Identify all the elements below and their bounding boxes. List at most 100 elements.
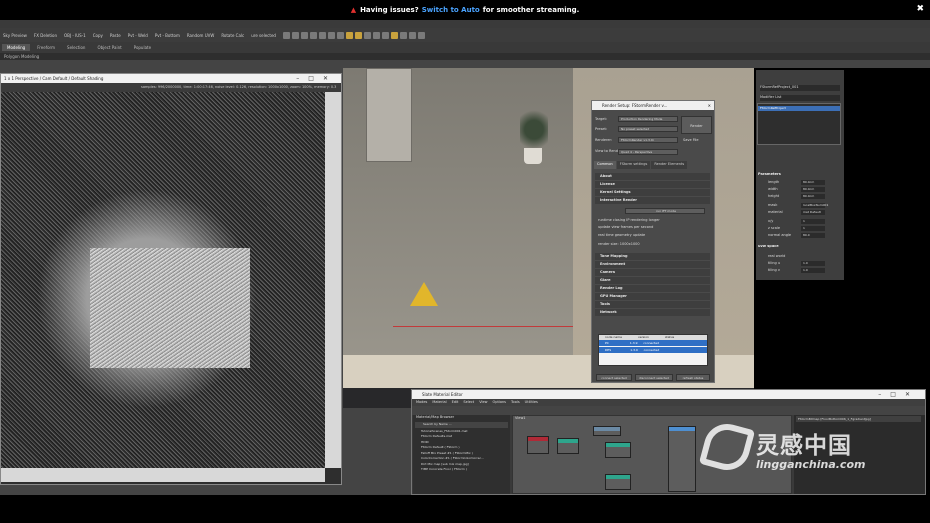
- toolbar-item[interactable]: Sky Preview: [3, 33, 27, 38]
- toolbar-item[interactable]: Paste: [110, 33, 121, 38]
- rotate-icon[interactable]: [327, 31, 335, 39]
- menu-modes[interactable]: Modes: [416, 399, 427, 406]
- material-node[interactable]: [668, 426, 696, 492]
- menu-material[interactable]: Material: [432, 399, 446, 406]
- tab-common[interactable]: Common: [594, 161, 616, 169]
- object-name-field[interactable]: FStormRefProject_001: [760, 85, 840, 91]
- preset-select[interactable]: No preset selected: [618, 126, 678, 132]
- menu-edit[interactable]: Edit: [452, 399, 459, 406]
- param-value[interactable]: mat Default: [801, 210, 825, 215]
- tab-modeling[interactable]: Modeling: [2, 44, 31, 51]
- switch-to-auto-link[interactable]: Switch to Auto: [422, 6, 480, 14]
- material-node[interactable]: [557, 438, 579, 454]
- snap-icon[interactable]: [345, 31, 353, 39]
- material-editor-icon[interactable]: [390, 31, 398, 39]
- render-frame-icon[interactable]: [408, 31, 416, 39]
- undo-icon[interactable]: [282, 31, 290, 39]
- uvw-rollout[interactable]: uvw space: [758, 244, 779, 248]
- param-value[interactable]: 1: [801, 219, 825, 224]
- menu-view[interactable]: View: [479, 399, 487, 406]
- network-row[interactable]: PC 1.3.9 connected: [599, 340, 707, 346]
- param-value[interactable]: 1.0: [801, 268, 825, 273]
- material-node[interactable]: [593, 426, 621, 436]
- toolbar-item[interactable]: Random UVW: [187, 33, 214, 38]
- network-row[interactable]: DES 1.3.9 connected: [599, 347, 707, 353]
- material-node[interactable]: [605, 442, 631, 458]
- tab-populate[interactable]: Populate: [129, 44, 156, 51]
- mirror-icon[interactable]: [363, 31, 371, 39]
- close-icon[interactable]: ✕: [708, 101, 711, 110]
- stack-item[interactable]: FStormRefProject: [758, 106, 840, 111]
- browser-item[interactable]: TIMP Concrete Floor ( FStorm ): [413, 467, 510, 473]
- toolbar-item[interactable]: OBJ - IUS-1: [64, 33, 86, 38]
- section-tone-mapping[interactable]: Tone Mapping: [595, 253, 710, 260]
- param-value[interactable]: localBoxNum001: [801, 203, 828, 208]
- parameters-rollout[interactable]: Parameters: [758, 172, 781, 176]
- close-icon[interactable]: ✖: [916, 4, 924, 14]
- toolbar-item[interactable]: Copy: [93, 33, 103, 38]
- refresh-status-button[interactable]: refresh status: [676, 374, 710, 381]
- modifier-list-select[interactable]: Modifier List: [760, 95, 840, 101]
- material-node[interactable]: [605, 474, 631, 490]
- toolbar-item[interactable]: Rotate Calc: [221, 33, 244, 38]
- section-camera[interactable]: Camera: [595, 269, 710, 276]
- param-value[interactable]: 80.0cm: [801, 180, 825, 185]
- modifier-stack[interactable]: FStormRefProject: [757, 103, 841, 145]
- redo-icon[interactable]: [291, 31, 299, 39]
- param-value[interactable]: 80.0: [801, 233, 825, 238]
- scale-icon[interactable]: [336, 31, 344, 39]
- select-icon[interactable]: [309, 31, 317, 39]
- window-controls[interactable]: –□✕: [296, 74, 337, 83]
- param-value[interactable]: 80.0cm: [801, 187, 825, 192]
- menu-select[interactable]: Select: [463, 399, 474, 406]
- view-tab[interactable]: View1: [515, 416, 526, 420]
- section-about[interactable]: About: [595, 173, 710, 180]
- section-environment[interactable]: Environment: [595, 261, 710, 268]
- selection-set[interactable]: ure selected: [251, 33, 276, 38]
- render-setup-icon[interactable]: [399, 31, 407, 39]
- section-render-log[interactable]: Render Log: [595, 285, 710, 292]
- menu-tools[interactable]: Tools: [511, 399, 520, 406]
- align-icon[interactable]: [372, 31, 380, 39]
- horizontal-scrollbar[interactable]: [1, 468, 325, 482]
- toolbar-item[interactable]: Pvt - Weld: [128, 33, 148, 38]
- link-icon[interactable]: [300, 31, 308, 39]
- vertical-scrollbar[interactable]: [325, 92, 341, 468]
- tab-freeform[interactable]: Freeform: [32, 44, 60, 51]
- tab-render-elements[interactable]: Render Elements: [651, 161, 688, 169]
- render-icon[interactable]: [417, 31, 425, 39]
- disconnect-selected-button[interactable]: disconnect selected: [635, 374, 673, 381]
- connect-selected-button[interactable]: connect selected: [596, 374, 632, 381]
- network-node-list[interactable]: node name version status PC 1.3.9 connec…: [598, 334, 708, 366]
- tab-fstorm-settings[interactable]: FStorm settings: [616, 161, 651, 169]
- section-interactive[interactable]: Interactive Render: [595, 197, 710, 204]
- section-gpu-manager[interactable]: GPU Manager: [595, 293, 710, 300]
- section-tools[interactable]: Tools: [595, 301, 710, 308]
- param-value[interactable]: 80.0cm: [801, 194, 825, 199]
- move-icon[interactable]: [318, 31, 326, 39]
- ir-mode-button[interactable]: run IFT mode: [625, 208, 705, 214]
- renderer-select[interactable]: FStormRender v1.3.9i: [618, 137, 678, 143]
- param-value[interactable]: 1: [801, 226, 825, 231]
- menu-options[interactable]: Options: [493, 399, 507, 406]
- layer-icon[interactable]: [381, 31, 389, 39]
- material-node[interactable]: [527, 436, 549, 454]
- param-value[interactable]: 1.0: [801, 261, 825, 266]
- browser-search-input[interactable]: Search by Name ...: [415, 422, 508, 428]
- save-file-checkbox[interactable]: Save File: [683, 138, 699, 142]
- target-select[interactable]: Production Rendering Mode: [618, 116, 678, 122]
- section-kernel[interactable]: Kernel Settings: [595, 189, 710, 196]
- view-select[interactable]: Quad 4 - Perspective: [618, 149, 678, 155]
- render-button[interactable]: Render: [681, 116, 712, 134]
- toolbar-item[interactable]: FX Deletion: [34, 33, 57, 38]
- tab-selection[interactable]: Selection: [62, 44, 90, 51]
- section-network[interactable]: Network: [595, 309, 710, 316]
- light-gizmo[interactable]: [410, 282, 438, 306]
- tab-object-paint[interactable]: Object Paint: [92, 44, 126, 51]
- section-license[interactable]: License: [595, 181, 710, 188]
- toolbar-item[interactable]: Pvt - Bottom: [155, 33, 180, 38]
- angle-snap-icon[interactable]: [354, 31, 362, 39]
- menu-utilities[interactable]: Utilities: [525, 399, 538, 406]
- window-controls[interactable]: –□✕: [878, 390, 919, 399]
- section-glare[interactable]: Glare: [595, 277, 710, 284]
